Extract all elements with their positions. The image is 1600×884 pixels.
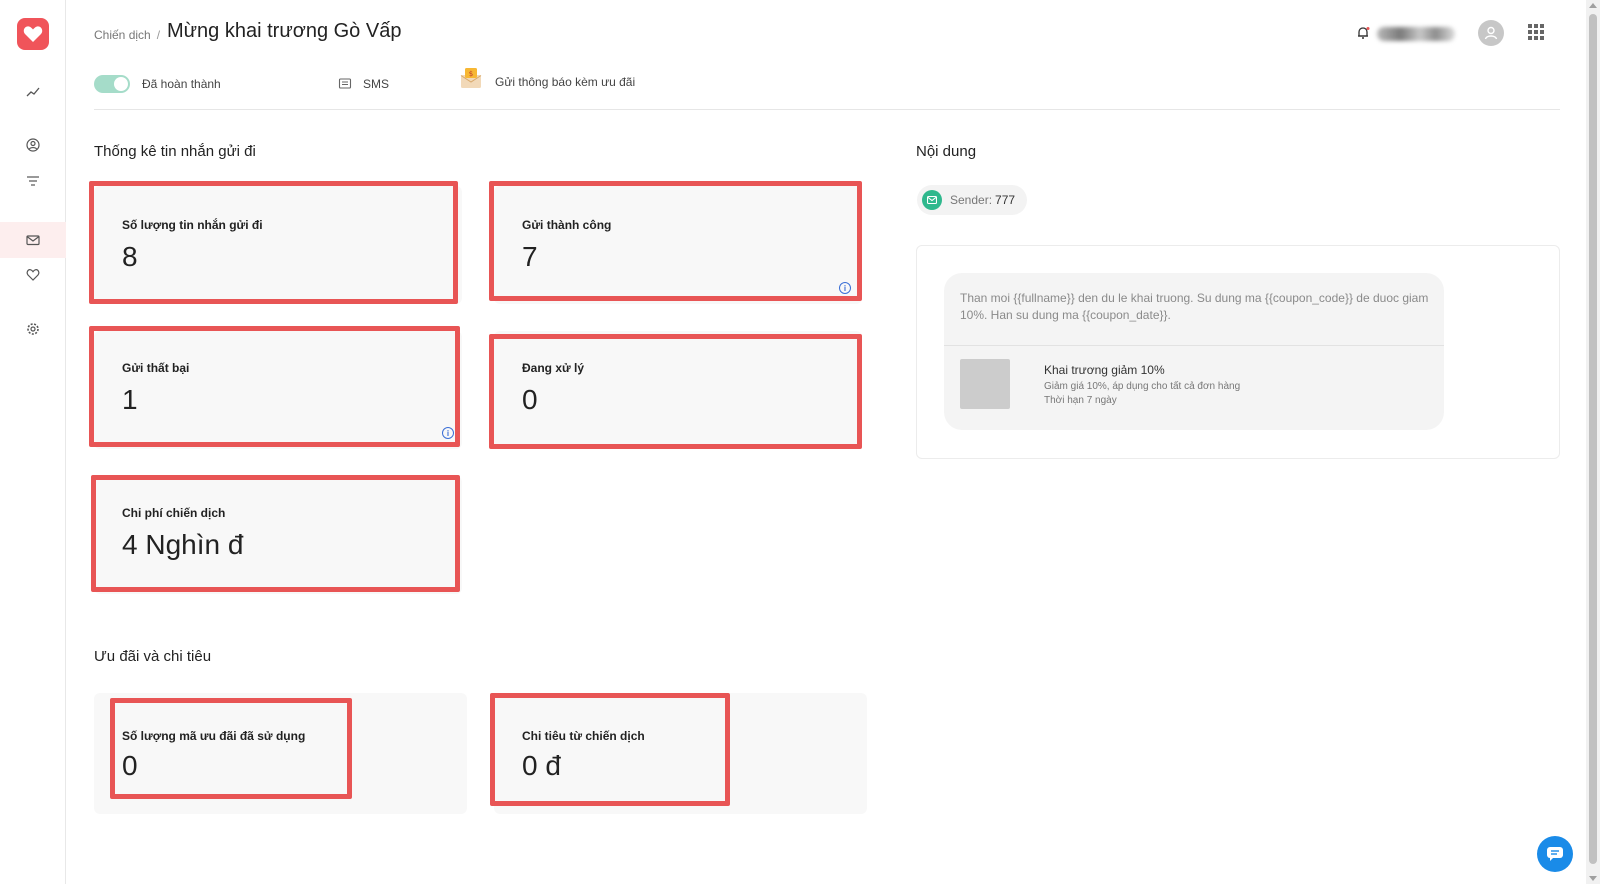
promo-envelope-icon: $ <box>460 67 482 89</box>
coupon-title: Khai trương giảm 10% <box>1044 363 1165 377</box>
divider <box>944 345 1444 346</box>
stat-card-total-sent: Số lượng tin nhắn gửi đi 8 <box>89 181 462 304</box>
sidebar-item-messages[interactable] <box>0 222 66 258</box>
heart-icon <box>26 269 40 281</box>
message-bubble: Than moi {{fullname}} den du le khai tru… <box>944 273 1444 430</box>
svg-text:$: $ <box>469 70 473 78</box>
stat-label: Chi tiêu từ chiến dịch <box>522 729 645 743</box>
stat-value: 0 đ <box>522 750 561 781</box>
stat-card-sent-success: Gửi thành công 7 i <box>489 181 862 304</box>
app-logo[interactable] <box>17 18 49 50</box>
stat-label: Số lượng tin nhắn gửi đi <box>122 218 263 232</box>
info-icon[interactable]: i <box>442 427 454 439</box>
scroll-down-arrow[interactable] <box>1589 876 1597 881</box>
content-section-title: Nội dung <box>916 143 977 160</box>
chat-icon <box>1547 847 1563 861</box>
sidebar <box>0 0 66 884</box>
highlight-frame <box>110 698 352 799</box>
stat-label: Gửi thất bại <box>122 361 190 375</box>
breadcrumb-link-campaigns[interactable]: Chiến dịch <box>94 28 151 42</box>
campaign-info-row: Đã hoàn thành SMS $ Gửi thông báo kèm ưu… <box>94 68 1560 110</box>
stats-section-title: Thống kê tin nhắn gửi đi <box>94 143 256 160</box>
stat-value: 7 <box>522 241 538 272</box>
sidebar-item-customers[interactable] <box>0 127 66 163</box>
toggle-knob <box>114 77 128 91</box>
stat-value: 8 <box>122 241 138 272</box>
stat-label: Đang xử lý <box>522 361 585 375</box>
campaign-status-toggle[interactable] <box>94 75 130 93</box>
channel-label: SMS <box>363 77 390 91</box>
offer-card-coupons-used: Số lượng mã ưu đãi đã sử dụng 0 <box>94 693 467 814</box>
promo-label: Gửi thông báo kèm ưu đãi <box>495 75 636 89</box>
breadcrumb-separator: / <box>156 28 161 42</box>
sender-mail-icon <box>922 190 942 210</box>
user-icon <box>1484 26 1498 40</box>
stat-label: Gửi thành công <box>522 218 612 232</box>
coupon-description: Giảm giá 10%, áp dụng cho tất cả đơn hàn… <box>1044 381 1241 392</box>
breadcrumb: Chiến dịch / <box>94 28 166 42</box>
page-title: Mừng khai trương Gò Vấp <box>167 20 402 42</box>
stat-value: 0 <box>522 384 538 415</box>
scroll-up-arrow[interactable] <box>1589 3 1597 8</box>
sender-value: 777 <box>995 193 1016 207</box>
notification-bell-icon[interactable] <box>1356 26 1370 45</box>
highlight-frame <box>89 181 458 304</box>
stat-value: 4 Nghìn đ <box>122 529 244 560</box>
stat-card-sent-failed: Gửi thất bại 1 i <box>89 326 462 449</box>
highlight-frame <box>89 326 460 447</box>
user-name-blurred[interactable] <box>1377 27 1455 41</box>
sidebar-item-analytics[interactable] <box>0 74 66 110</box>
sidebar-item-loyalty[interactable] <box>0 257 66 293</box>
message-text: Than moi {{fullname}} den du le khai tru… <box>960 291 1429 322</box>
user-circle-icon <box>26 138 40 152</box>
info-icon[interactable]: i <box>839 282 851 294</box>
campaign-status-label: Đã hoàn thành <box>142 77 221 91</box>
chart-line-icon <box>26 87 40 97</box>
header: Chiến dịch / Mừng khai trương Gò Vấp <box>94 18 1560 48</box>
stat-label: Chi phí chiến dịch <box>122 506 226 520</box>
avatar[interactable] <box>1478 20 1504 46</box>
mail-icon <box>26 235 40 246</box>
offers-section-title: Ưu đãi và chi tiêu <box>94 648 212 665</box>
coupon-image <box>960 359 1010 409</box>
highlight-frame <box>489 334 862 449</box>
scroll-thumb[interactable] <box>1589 14 1597 864</box>
message-preview-panel: Than moi {{fullname}} den du le khai tru… <box>916 245 1560 459</box>
vertical-scrollbar[interactable] <box>1586 0 1600 884</box>
stat-card-processing: Đang xử lý 0 <box>489 331 862 449</box>
sender-label: Sender: <box>950 193 993 207</box>
stat-value: 0 <box>122 750 138 781</box>
chat-support-button[interactable] <box>1537 836 1573 872</box>
stat-card-campaign-cost: Chi phí chiến dịch 4 Nghìn đ <box>91 475 462 594</box>
sender-chip: Sender: 777 <box>917 185 1027 215</box>
sidebar-item-filters[interactable] <box>0 163 66 199</box>
stat-label: Số lượng mã ưu đãi đã sử dụng <box>122 729 306 743</box>
gear-icon <box>27 323 39 335</box>
message-icon <box>338 77 352 96</box>
highlight-frame <box>489 181 862 301</box>
sidebar-item-settings[interactable] <box>0 311 66 347</box>
stat-value: 1 <box>122 384 138 415</box>
offer-card-campaign-spend: Chi tiêu từ chiến dịch 0 đ <box>490 693 867 814</box>
coupon-expiry: Thời hạn 7 ngày <box>1044 395 1117 406</box>
filter-icon <box>27 176 39 186</box>
heart-logo-icon <box>23 26 43 42</box>
apps-grid-icon[interactable] <box>1528 24 1544 45</box>
